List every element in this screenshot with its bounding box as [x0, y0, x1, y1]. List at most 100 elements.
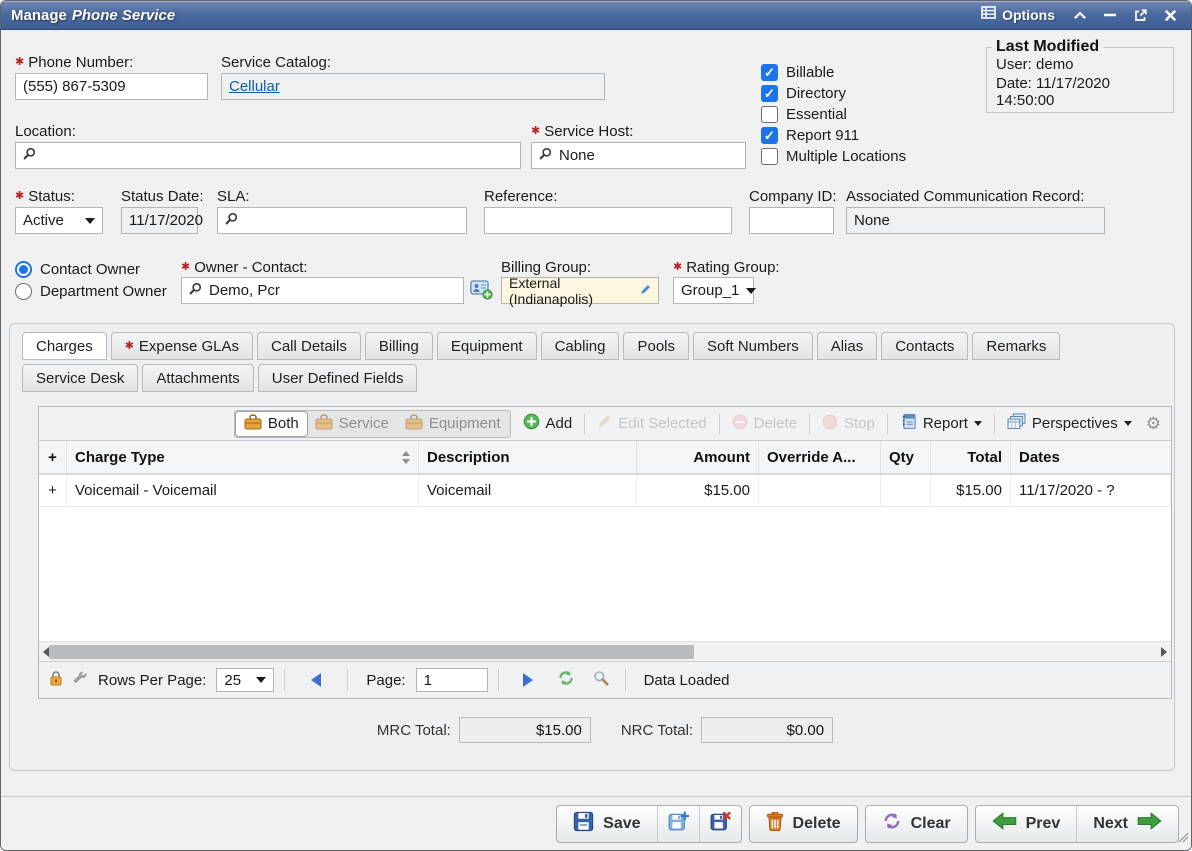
required-marker-icon: ✱ [181, 262, 190, 273]
next-page-icon[interactable] [523, 673, 533, 687]
tab-expense-glas[interactable]: ✱Expense GLAs [111, 332, 253, 360]
service-catalog-link[interactable]: Cellular [229, 78, 280, 95]
perspectives-icon [1007, 413, 1026, 434]
row-expander[interactable]: + [39, 475, 67, 506]
charge-type-column-header[interactable]: Charge Type [67, 441, 419, 473]
sla-input[interactable] [217, 207, 467, 234]
rating-group-select[interactable]: Group_1 [673, 277, 754, 304]
scrollbar-thumb[interactable] [49, 645, 694, 659]
tab-billing[interactable]: Billing [365, 332, 433, 360]
save-floppy-icon [573, 811, 594, 837]
tab-cabling[interactable]: Cabling [541, 332, 620, 360]
qty-column-header[interactable]: Qty [881, 441, 931, 473]
tab-contacts[interactable]: Contacts [881, 332, 968, 360]
override-amount-column-header[interactable]: Override A... [759, 441, 881, 473]
owner-contact-label: ✱ Owner - Contact: [181, 259, 308, 276]
refresh-icon[interactable] [557, 669, 575, 691]
prev-next-button-group: Prev Next [975, 805, 1179, 843]
table-row[interactable]: + Voicemail - Voicemail Voicemail $15.00… [39, 475, 1171, 507]
save-new-floppy-icon [668, 811, 689, 837]
collapse-icon[interactable] [1069, 6, 1091, 24]
phone-number-input[interactable] [15, 73, 208, 100]
prev-button[interactable]: Prev [976, 806, 1077, 842]
tab-soft-numbers[interactable]: Soft Numbers [693, 332, 813, 360]
service-host-input[interactable]: None [531, 142, 746, 169]
company-id-input[interactable] [749, 207, 834, 234]
delete-row-button[interactable]: Delete [727, 412, 802, 436]
options-button[interactable]: Options [975, 4, 1061, 26]
page-label: Page: [366, 672, 405, 689]
equipment-button[interactable]: Equipment [397, 412, 509, 436]
checkbox-unchecked-icon [761, 148, 778, 165]
footer-button-bar: Save Delete Clear [1, 796, 1191, 850]
status-select[interactable]: Active [15, 207, 103, 234]
directory-checkbox[interactable]: Directory [761, 85, 846, 102]
expander-column-header[interactable]: + [39, 441, 67, 473]
sla-label: SLA: [217, 188, 250, 205]
page-input[interactable] [416, 668, 488, 692]
multiple-locations-checkbox[interactable]: Multiple Locations [761, 148, 906, 165]
save-button[interactable]: Save [557, 806, 656, 842]
chevron-down-icon [746, 288, 756, 294]
department-owner-radio[interactable]: Department Owner [15, 283, 167, 300]
add-button[interactable]: Add [518, 411, 578, 436]
total-column-header[interactable]: Total [931, 441, 1011, 473]
wrench-icon[interactable] [73, 671, 88, 690]
report-911-checkbox[interactable]: Report 911 [761, 127, 859, 144]
tab-user-defined-fields[interactable]: User Defined Fields [258, 364, 418, 392]
contact-owner-radio[interactable]: Contact Owner [15, 261, 140, 278]
prev-page-icon[interactable] [311, 673, 321, 687]
report-button[interactable]: Report [895, 411, 987, 436]
edit-pencil-icon[interactable] [640, 282, 651, 299]
save-and-new-button[interactable] [657, 806, 699, 842]
tab-service-desk[interactable]: Service Desk [22, 364, 138, 392]
toolbar-divider [994, 414, 995, 434]
edit-selected-button[interactable]: Edit Selected [592, 412, 711, 435]
delete-button[interactable]: Delete [749, 805, 858, 843]
essential-checkbox[interactable]: Essential [761, 106, 847, 123]
amount-column-header[interactable]: Amount [637, 441, 759, 473]
chevron-down-icon [85, 218, 95, 224]
rows-per-page-select[interactable]: 25 [216, 668, 274, 692]
stop-octagon-icon [822, 414, 838, 434]
tab-pools[interactable]: Pools [623, 332, 689, 360]
tab-equipment[interactable]: Equipment [437, 332, 537, 360]
minimize-icon[interactable] [1099, 6, 1121, 24]
sort-icon[interactable] [402, 451, 410, 464]
scroll-right-icon[interactable] [1161, 647, 1167, 657]
stop-button[interactable]: Stop [817, 412, 880, 436]
owner-contact-input[interactable]: Demo, Pcr [181, 277, 464, 304]
lock-icon[interactable] [49, 670, 63, 690]
tab-attachments[interactable]: Attachments [142, 364, 253, 392]
billable-checkbox[interactable]: Billable [761, 64, 834, 81]
both-button[interactable]: Both [236, 412, 307, 436]
save-and-close-button[interactable] [699, 806, 741, 842]
report-notebook-icon [900, 413, 917, 434]
service-button[interactable]: Service [307, 412, 397, 436]
tab-remarks[interactable]: Remarks [972, 332, 1060, 360]
description-column-header[interactable]: Description [419, 441, 637, 473]
popout-icon[interactable] [1129, 6, 1151, 24]
next-button[interactable]: Next [1076, 806, 1178, 842]
options-icon [981, 6, 996, 24]
trash-icon [766, 811, 784, 836]
perspectives-button[interactable]: Perspectives [1002, 411, 1137, 436]
clear-button[interactable]: Clear [865, 805, 968, 843]
rows-per-page-label: Rows Per Page: [98, 672, 206, 689]
close-icon[interactable] [1159, 6, 1181, 24]
dates-column-header[interactable]: Dates [1011, 441, 1171, 473]
reference-input[interactable] [484, 207, 732, 234]
checkbox-checked-icon [761, 85, 778, 102]
tab-alias[interactable]: Alias [817, 332, 878, 360]
resize-handle[interactable] [1177, 830, 1189, 848]
required-marker-icon: ✱ [531, 126, 540, 137]
tab-call-details[interactable]: Call Details [257, 332, 361, 360]
gear-icon[interactable]: ⚙ [1144, 415, 1163, 432]
tab-charges[interactable]: Charges [22, 332, 107, 360]
company-id-label: Company ID: [749, 188, 837, 205]
search-grid-icon[interactable] [593, 670, 609, 690]
billing-group-box[interactable]: External (Indianapolis) [501, 277, 659, 304]
horizontal-scrollbar[interactable] [39, 641, 1171, 662]
location-input[interactable] [15, 142, 521, 169]
add-contact-icon[interactable] [470, 279, 493, 305]
